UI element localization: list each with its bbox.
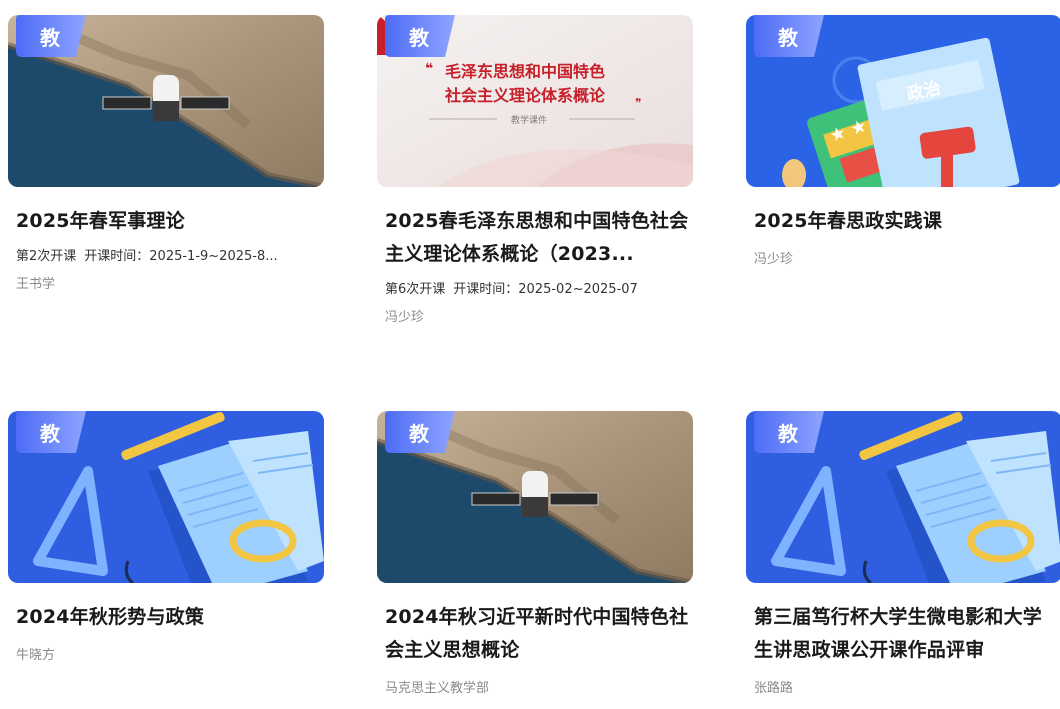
- teacher-badge: 教: [14, 411, 86, 455]
- badge-label: 教: [40, 421, 60, 446]
- badge-label: 教: [40, 25, 60, 50]
- teacher-badge: 教: [383, 411, 455, 455]
- badge-label: 教: [778, 25, 798, 50]
- course-card[interactable]: 教 2025年春军事理论 第2次开课 开课时间：2025-1-9~2025-8..…: [8, 15, 324, 295]
- teacher-name: 冯少珍: [754, 252, 794, 267]
- cover-subtitle: 教学课件: [511, 114, 547, 126]
- cover-heading-line1: 毛泽东思想和中国特色: [445, 62, 605, 81]
- teacher-badge: 教: [752, 15, 824, 59]
- course-cover-red-title[interactable]: ❝ 毛泽东思想和中国特色 社会主义理论体系概论 ❞ 教学课件 教: [377, 15, 693, 187]
- course-time: 开课时间：2025-02~2025-07: [453, 282, 638, 297]
- teacher-badge: 教: [383, 15, 455, 59]
- course-cover-blue-book[interactable]: 教: [746, 411, 1060, 583]
- session-count: 第2次开课: [16, 249, 77, 264]
- course-card[interactable]: 教 第三届笃行杯大学生微电影和大学生讲思政课公开课作品评审 张路路: [746, 411, 1060, 699]
- course-time: 开课时间：2025-1-9~2025-8...: [84, 249, 278, 264]
- course-cover-satellite[interactable]: 教: [8, 15, 324, 187]
- teacher-name: 王书学: [16, 277, 56, 292]
- course-card[interactable]: ★ ★ 政治 教 2025年春思政实践课 冯少珍: [746, 15, 1060, 270]
- svg-text:❝: ❝: [425, 61, 433, 77]
- course-title[interactable]: 第三届笃行杯大学生微电影和大学生讲思政课公开课作品评审: [746, 601, 1060, 667]
- svg-text:❞: ❞: [635, 96, 641, 110]
- course-session-info: 第6次开课 开课时间：2025-02~2025-07: [377, 280, 693, 300]
- teacher-name: 马克思主义教学部: [385, 681, 490, 696]
- teacher-name: 冯少珍: [385, 310, 425, 325]
- course-title[interactable]: 2025春毛泽东思想和中国特色社会主义理论体系概论（2023...: [377, 205, 693, 271]
- badge-label: 教: [778, 421, 798, 446]
- course-card[interactable]: ❝ 毛泽东思想和中国特色 社会主义理论体系概论 ❞ 教学课件 教 2025春毛泽…: [377, 15, 693, 328]
- teacher-badge: 教: [752, 411, 824, 455]
- course-session-info: 第2次开课 开课时间：2025-1-9~2025-8...: [8, 247, 324, 267]
- course-title[interactable]: 2024年秋形势与政策: [8, 601, 324, 634]
- course-card[interactable]: 教 2024年秋形势与政策 牛晓方: [8, 411, 324, 666]
- session-count: 第6次开课: [385, 282, 446, 297]
- teacher-name: 牛晓方: [16, 648, 56, 663]
- course-title[interactable]: 2025年春军事理论: [8, 205, 324, 238]
- teacher-name: 张路路: [754, 681, 794, 696]
- badge-label: 教: [409, 25, 429, 50]
- course-title[interactable]: 2025年春思政实践课: [746, 205, 1060, 238]
- course-cover-politics[interactable]: ★ ★ 政治 教: [746, 15, 1060, 187]
- cover-heading-line2: 社会主义理论体系概论: [444, 86, 606, 105]
- course-cover-blue-book[interactable]: 教: [8, 411, 324, 583]
- badge-label: 教: [409, 421, 429, 446]
- teacher-badge: 教: [14, 15, 86, 59]
- course-title[interactable]: 2024年秋习近平新时代中国特色社会主义思想概论: [377, 601, 693, 667]
- course-cover-satellite[interactable]: 教: [377, 411, 693, 583]
- course-card[interactable]: 教 2024年秋习近平新时代中国特色社会主义思想概论 马克思主义教学部: [377, 411, 693, 699]
